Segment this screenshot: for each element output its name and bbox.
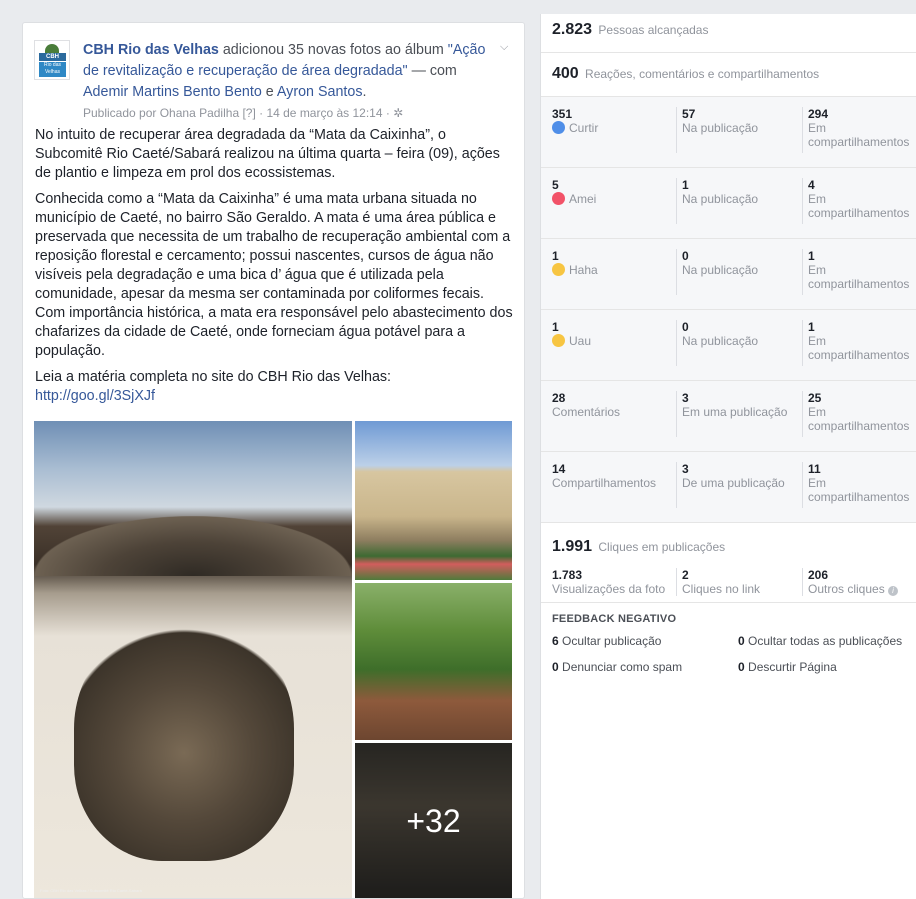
period: . <box>362 84 367 100</box>
post-headline: CBH Rio das Velhas adicionou 35 novas fo… <box>83 40 503 123</box>
love-icon <box>552 192 565 205</box>
reach-value: 2.823 <box>552 21 593 38</box>
clicks-value: 1.991 <box>552 538 593 555</box>
negative-feedback-title: FEEDBACK NEGATIVO <box>552 613 677 625</box>
and-text: e <box>261 84 277 100</box>
logo-roof-icon <box>45 44 59 53</box>
reaction-on-post: 0 Na publicação <box>676 249 800 295</box>
hide-all-stat: 0 Ocultar todas as publicações <box>738 634 903 648</box>
engagement-value: 400 <box>552 65 579 82</box>
comments-total: 28 Comentários <box>552 391 621 419</box>
photo-views: 1.783 Visualizações da foto <box>552 568 666 596</box>
reach-label: Pessoas alcançadas <box>598 23 709 37</box>
reaction-on-shares: 1 Em compartilhamentos <box>802 249 914 295</box>
reaction-on-shares: 1 Em compartilhamentos <box>802 320 914 366</box>
post-meta[interactable]: Publicado por Ohana Padilha [?] · 14 de … <box>83 103 503 123</box>
like-icon <box>552 121 565 134</box>
photo-church[interactable] <box>355 421 512 580</box>
added-text: adicionou 35 novas fotos ao álbum <box>218 42 444 58</box>
reaction-on-post: 1 Na publicação <box>676 178 800 224</box>
reaction-total: 5 Amei <box>552 178 597 206</box>
reaction-on-post: 57 Na publicação <box>676 107 800 153</box>
haha-icon <box>552 263 565 276</box>
shares-row: 14 Compartilhamentos 3 De uma publicação 1… <box>541 452 916 523</box>
photo-fountain[interactable]: Foto: CBH Rio das Velhas / Subcomitê Rio… <box>34 421 352 898</box>
comments-row: 28 Comentários 3 Em uma publicação 25 Em co… <box>541 381 916 452</box>
comments-on-post: 3 Em uma publicação <box>676 391 800 437</box>
comments-on-shares: 25 Em compartilhamentos <box>802 391 914 437</box>
link-clicks: 2 Cliques no link <box>676 568 800 596</box>
post-clicks: 1.991 Cliques em publicações 1.783 Visual… <box>541 523 916 603</box>
negative-row: 0 Denunciar como spam 0 Descurtir Página <box>552 660 916 686</box>
reactions-breakdown: 351 Curtir 57 Na publicação 294 Em comparti… <box>541 97 916 523</box>
tagged-person-2[interactable]: Ayron Santos <box>277 84 363 100</box>
with-text: — com <box>407 63 457 79</box>
photo-planting[interactable] <box>355 583 512 740</box>
reaction-total: 351 Curtir <box>552 107 599 135</box>
spam-stat: 0 Denunciar como spam <box>552 660 683 674</box>
engagement-label: Reações, comentários e compartilhamentos <box>585 67 820 81</box>
insights-panel: 2.823 Pessoas alcançadas 400 Reações, co… <box>540 14 916 899</box>
avatar-label-top: CBH <box>39 53 66 61</box>
fountain-sculpture <box>74 621 294 861</box>
page-name-link[interactable]: CBH Rio das Velhas <box>83 42 219 58</box>
post-paragraph: Leia a matéria completa no site do CBH R… <box>35 369 392 385</box>
other-clicks: 206 Outros cliques i <box>802 568 914 596</box>
reaction-row-amei: 5 Amei 1 Na publicação 4 Em compartilhament… <box>541 168 916 239</box>
post-paragraph: Conhecida como a “Mata da Caixinha” é um… <box>35 191 513 359</box>
post-body: No intuito de recuperar área degradada d… <box>35 126 515 413</box>
photo-grid: Foto: CBH Rio das Velhas / Subcomitê Rio… <box>34 421 512 898</box>
photo-more[interactable]: +32 <box>355 743 512 898</box>
photo-credit: Foto: CBH Rio das Velhas / Subcomitê Rio… <box>40 888 142 893</box>
avatar-label-bottom: Rio das Velhas <box>39 62 66 77</box>
reaction-row-uau: 1 Uau 0 Na publicação 1 Em compartilhamento… <box>541 310 916 381</box>
info-icon[interactable]: i <box>888 586 899 596</box>
reaction-on-post: 0 Na publicação <box>676 320 800 366</box>
shares-on-post: 3 De uma publicação <box>676 462 800 508</box>
reaction-total: 1 Haha <box>552 249 598 277</box>
unlike-stat: 0 Descurtir Página <box>738 660 837 674</box>
post-header: CBH Rio das Velhas CBH Rio das Velhas ad… <box>23 23 524 120</box>
more-photos-count: +32 <box>355 743 512 898</box>
post-paragraph: No intuito de recuperar área degradada d… <box>35 127 500 181</box>
reach-stat: 2.823 Pessoas alcançadas <box>541 14 916 53</box>
hide-post-stat: 6 Ocultar publicação <box>552 634 662 648</box>
tagged-person-1[interactable]: Ademir Martins Bento Bento <box>83 84 262 100</box>
reaction-total: 1 Uau <box>552 320 592 348</box>
reaction-on-shares: 4 Em compartilhamentos <box>802 178 914 224</box>
shares-on-shares: 11 Em compartilhamentos <box>802 462 914 508</box>
reaction-on-shares: 294 Em compartilhamentos <box>802 107 914 153</box>
reaction-row-curtir: 351 Curtir 57 Na publicação 294 Em comparti… <box>541 97 916 168</box>
chevron-down-icon[interactable]: ⌵ <box>500 41 512 53</box>
negative-row: 6 Ocultar publicação 0 Ocultar todas as … <box>552 634 916 660</box>
shares-total: 14 Compartilhamentos <box>552 462 657 490</box>
fountain-arch <box>34 516 352 576</box>
post-link[interactable]: http://goo.gl/3SjXJf <box>35 388 155 404</box>
wow-icon <box>552 334 565 347</box>
post-card: CBH Rio das Velhas CBH Rio das Velhas ad… <box>22 22 525 899</box>
engagement-stat: 400 Reações, comentários e compartilhame… <box>541 53 916 97</box>
negative-feedback: FEEDBACK NEGATIVO 6 Ocultar publicação 0… <box>541 603 916 686</box>
reaction-row-haha: 1 Haha 0 Na publicação 1 Em compartilhament… <box>541 239 916 310</box>
clicks-label: Cliques em publicações <box>598 540 726 554</box>
page-avatar[interactable]: CBH Rio das Velhas <box>34 40 70 80</box>
